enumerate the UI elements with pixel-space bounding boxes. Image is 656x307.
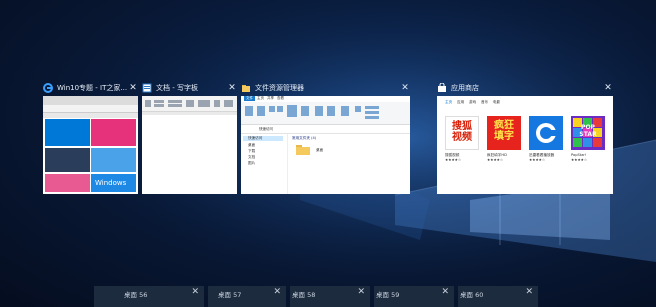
nav-item[interactable]: 图片 xyxy=(248,161,255,166)
store-tab[interactable]: 音乐 xyxy=(481,100,488,105)
desktop-label: 桌面 58 xyxy=(292,291,316,299)
close-icon[interactable]: ✕ xyxy=(400,83,410,93)
app-rating: ★★★★☆ xyxy=(571,158,588,162)
wordpad-ribbon xyxy=(142,96,237,112)
window-wordpad[interactable]: 文档 - 写字板 ✕ xyxy=(142,80,237,194)
ribbon-tab[interactable]: 主页 xyxy=(257,96,264,101)
window-title: 文件资源管理器 xyxy=(255,84,304,92)
window-store[interactable]: 应用商店 ✕ 主页 应用 游戏 音乐 电影 搜狐 视频 搜狐视频 ★★★★☆ 疯… xyxy=(437,80,613,194)
folder-label: 桌面 xyxy=(316,148,324,152)
edge-icon xyxy=(43,83,53,93)
window-thumbnail[interactable]: Windows xyxy=(43,96,138,194)
store-tab[interactable]: 主页 xyxy=(445,100,452,105)
virtual-desktop[interactable]: 桌面 60 ✕ xyxy=(458,286,538,307)
close-icon[interactable]: ✕ xyxy=(603,83,613,93)
window-thumbnail[interactable] xyxy=(142,96,237,194)
folder-icon xyxy=(241,83,251,93)
window-file-explorer[interactable]: 文件资源管理器 ✕ 文件 主页 共享 查看 快速访问 快速访问 桌面 下载 文档… xyxy=(241,80,410,194)
virtual-desktop[interactable]: 桌面 57 ✕ xyxy=(208,286,286,307)
app-art: POP STAR xyxy=(579,124,597,138)
window-title-bar: 文件资源管理器 ✕ xyxy=(241,80,410,96)
window-title-bar: Win10专题 - IT之家... ✕ xyxy=(43,80,138,96)
desktop-label: 桌面 57 xyxy=(218,291,242,299)
desktop-label: 桌面 56 xyxy=(124,291,148,299)
windows-tile-text: Windows xyxy=(95,179,127,187)
window-title-bar: 应用商店 ✕ xyxy=(437,80,613,96)
address-path[interactable]: 快速访问 xyxy=(259,127,273,132)
window-title: 应用商店 xyxy=(451,84,479,92)
app-tile[interactable]: 搜狐 视频 xyxy=(445,116,479,150)
xunlei-logo-icon xyxy=(536,123,556,143)
store-tab[interactable]: 电影 xyxy=(493,100,500,105)
store-icon xyxy=(437,82,447,93)
ribbon-tab[interactable]: 查看 xyxy=(277,96,284,101)
app-tile[interactable]: POP STAR xyxy=(571,116,605,150)
desktop-label: 桌面 59 xyxy=(376,291,400,299)
store-tab[interactable]: 应用 xyxy=(457,100,464,105)
nav-item-quick-access[interactable]: 快速访问 xyxy=(243,136,283,141)
virtual-desktop[interactable]: 桌面 58 ✕ xyxy=(290,286,370,307)
ribbon-tab[interactable]: 文件 xyxy=(244,96,255,101)
window-thumbnail[interactable]: 文件 主页 共享 查看 快速访问 快速访问 桌面 下载 文档 图片 常用文件夹 … xyxy=(241,96,410,194)
page-image-light xyxy=(91,148,136,172)
browser-tab-strip xyxy=(43,96,138,105)
virtual-desktop[interactable]: 桌面 59 ✕ xyxy=(374,286,454,307)
app-tile[interactable] xyxy=(529,116,563,150)
ribbon-tab[interactable]: 共享 xyxy=(267,96,274,101)
folder-icon xyxy=(296,145,310,155)
close-icon[interactable]: ✕ xyxy=(357,287,365,297)
browser-address-bar xyxy=(43,105,138,113)
app-caption: PopStar! xyxy=(571,153,587,157)
close-icon[interactable]: ✕ xyxy=(525,287,533,297)
window-title: Win10专题 - IT之家... xyxy=(57,84,128,92)
store-tab[interactable]: 游戏 xyxy=(469,100,476,105)
explorer-content: 常用文件夹 (4) 桌面 xyxy=(288,134,410,194)
page-footer-left xyxy=(45,174,90,192)
app-art: 疯狂 填字 xyxy=(494,120,514,142)
nav-item[interactable]: 桌面 xyxy=(248,143,255,148)
folder-item[interactable] xyxy=(296,144,312,158)
close-icon[interactable]: ✕ xyxy=(128,83,138,93)
wordpad-document xyxy=(142,115,237,194)
explorer-address-bar: 快速访问 xyxy=(241,125,410,134)
explorer-ribbon xyxy=(241,102,410,125)
page-left-column xyxy=(45,119,90,146)
section-header: 常用文件夹 (4) xyxy=(292,136,317,140)
window-thumbnail[interactable]: 主页 应用 游戏 音乐 电影 搜狐 视频 搜狐视频 ★★★★☆ 疯狂 填字 疯狂… xyxy=(437,96,613,194)
wordpad-icon xyxy=(142,83,152,93)
window-title-bar: 文档 - 写字板 ✕ xyxy=(142,80,237,96)
page-right-column xyxy=(91,119,136,146)
app-rating: ★★★★☆ xyxy=(487,158,504,162)
close-icon[interactable]: ✕ xyxy=(227,83,237,93)
close-icon[interactable]: ✕ xyxy=(273,287,281,297)
explorer-nav-pane: 快速访问 桌面 下载 文档 图片 xyxy=(241,134,288,194)
app-art: 搜狐 视频 xyxy=(452,121,472,143)
page-header-banner xyxy=(43,113,138,118)
page-footer-right: Windows xyxy=(91,174,136,192)
close-icon[interactable]: ✕ xyxy=(441,287,449,297)
nav-item[interactable]: 文档 xyxy=(248,155,255,160)
virtual-desktop[interactable]: 桌面 56 ✕ xyxy=(94,286,204,307)
app-tile[interactable]: 疯狂 填字 xyxy=(487,116,521,150)
nav-item[interactable]: 下载 xyxy=(248,149,255,154)
desktop-label: 桌面 60 xyxy=(460,291,484,299)
close-icon[interactable]: ✕ xyxy=(191,287,199,297)
store-nav: 主页 应用 游戏 音乐 电影 xyxy=(437,100,613,108)
page-image-dark xyxy=(45,148,90,172)
app-rating: ★★★★☆ xyxy=(529,158,546,162)
window-edge[interactable]: Win10专题 - IT之家... ✕ Windows xyxy=(43,80,138,194)
window-title: 文档 - 写字板 xyxy=(156,84,198,92)
app-rating: ★★★★☆ xyxy=(445,158,462,162)
